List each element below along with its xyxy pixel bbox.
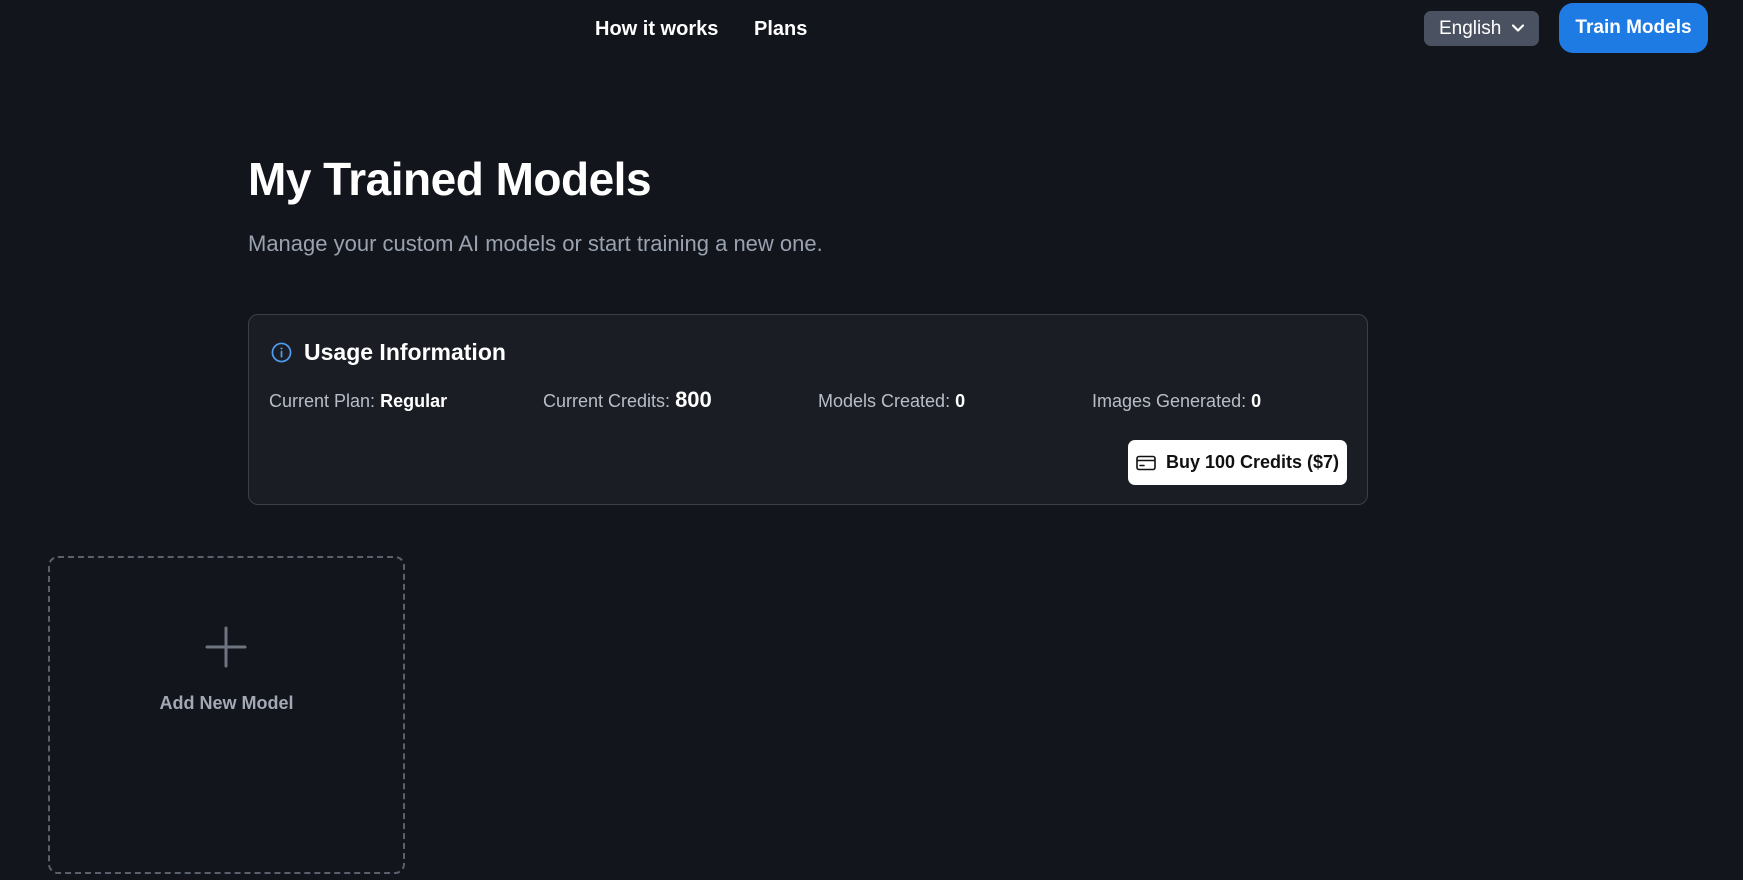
page-title: My Trained Models: [248, 153, 652, 205]
buy-credits-label: Buy 100 Credits ($7): [1165, 452, 1340, 472]
language-select[interactable]: English: [1424, 11, 1539, 46]
chevron-down-icon: [1511, 24, 1525, 32]
usage-header: Usage Information: [271, 339, 506, 366]
models-created-label: Models Created:: [818, 391, 951, 411]
top-navigation: How it works Plans English Train Models: [0, 0, 1743, 58]
current-plan-label: Current Plan:: [269, 391, 376, 411]
usage-title: Usage Information: [304, 339, 506, 365]
add-new-model-label: Add New Model: [159, 693, 294, 713]
models-created-value: 0: [955, 391, 966, 411]
current-credits-label: Current Credits:: [543, 391, 671, 411]
images-generated-label: Images Generated:: [1092, 391, 1247, 411]
models-created-stat: Models Created: 0: [818, 391, 965, 412]
info-icon: [271, 342, 292, 363]
language-select-value: English: [1439, 17, 1502, 39]
credit-card-icon: [1136, 455, 1156, 470]
images-generated-value: 0: [1251, 391, 1262, 411]
buy-credits-button[interactable]: Buy 100 Credits ($7): [1128, 440, 1347, 485]
current-credits-value: 800: [675, 387, 712, 412]
add-new-model-card[interactable]: Add New Model: [48, 556, 405, 874]
images-generated-stat: Images Generated: 0: [1092, 391, 1261, 412]
nav-how-it-works-link[interactable]: How it works: [595, 18, 718, 41]
usage-information-card: Usage Information Current Plan: Regular …: [248, 314, 1368, 505]
train-models-button[interactable]: Train Models: [1559, 3, 1708, 53]
current-plan-stat: Current Plan: Regular: [269, 391, 447, 412]
current-credits-stat: Current Credits: 800: [543, 387, 712, 413]
plus-icon: [205, 626, 247, 668]
nav-plans-link[interactable]: Plans: [754, 18, 807, 41]
current-plan-value: Regular: [380, 391, 448, 411]
page-subtitle: Manage your custom AI models or start tr…: [248, 231, 823, 256]
